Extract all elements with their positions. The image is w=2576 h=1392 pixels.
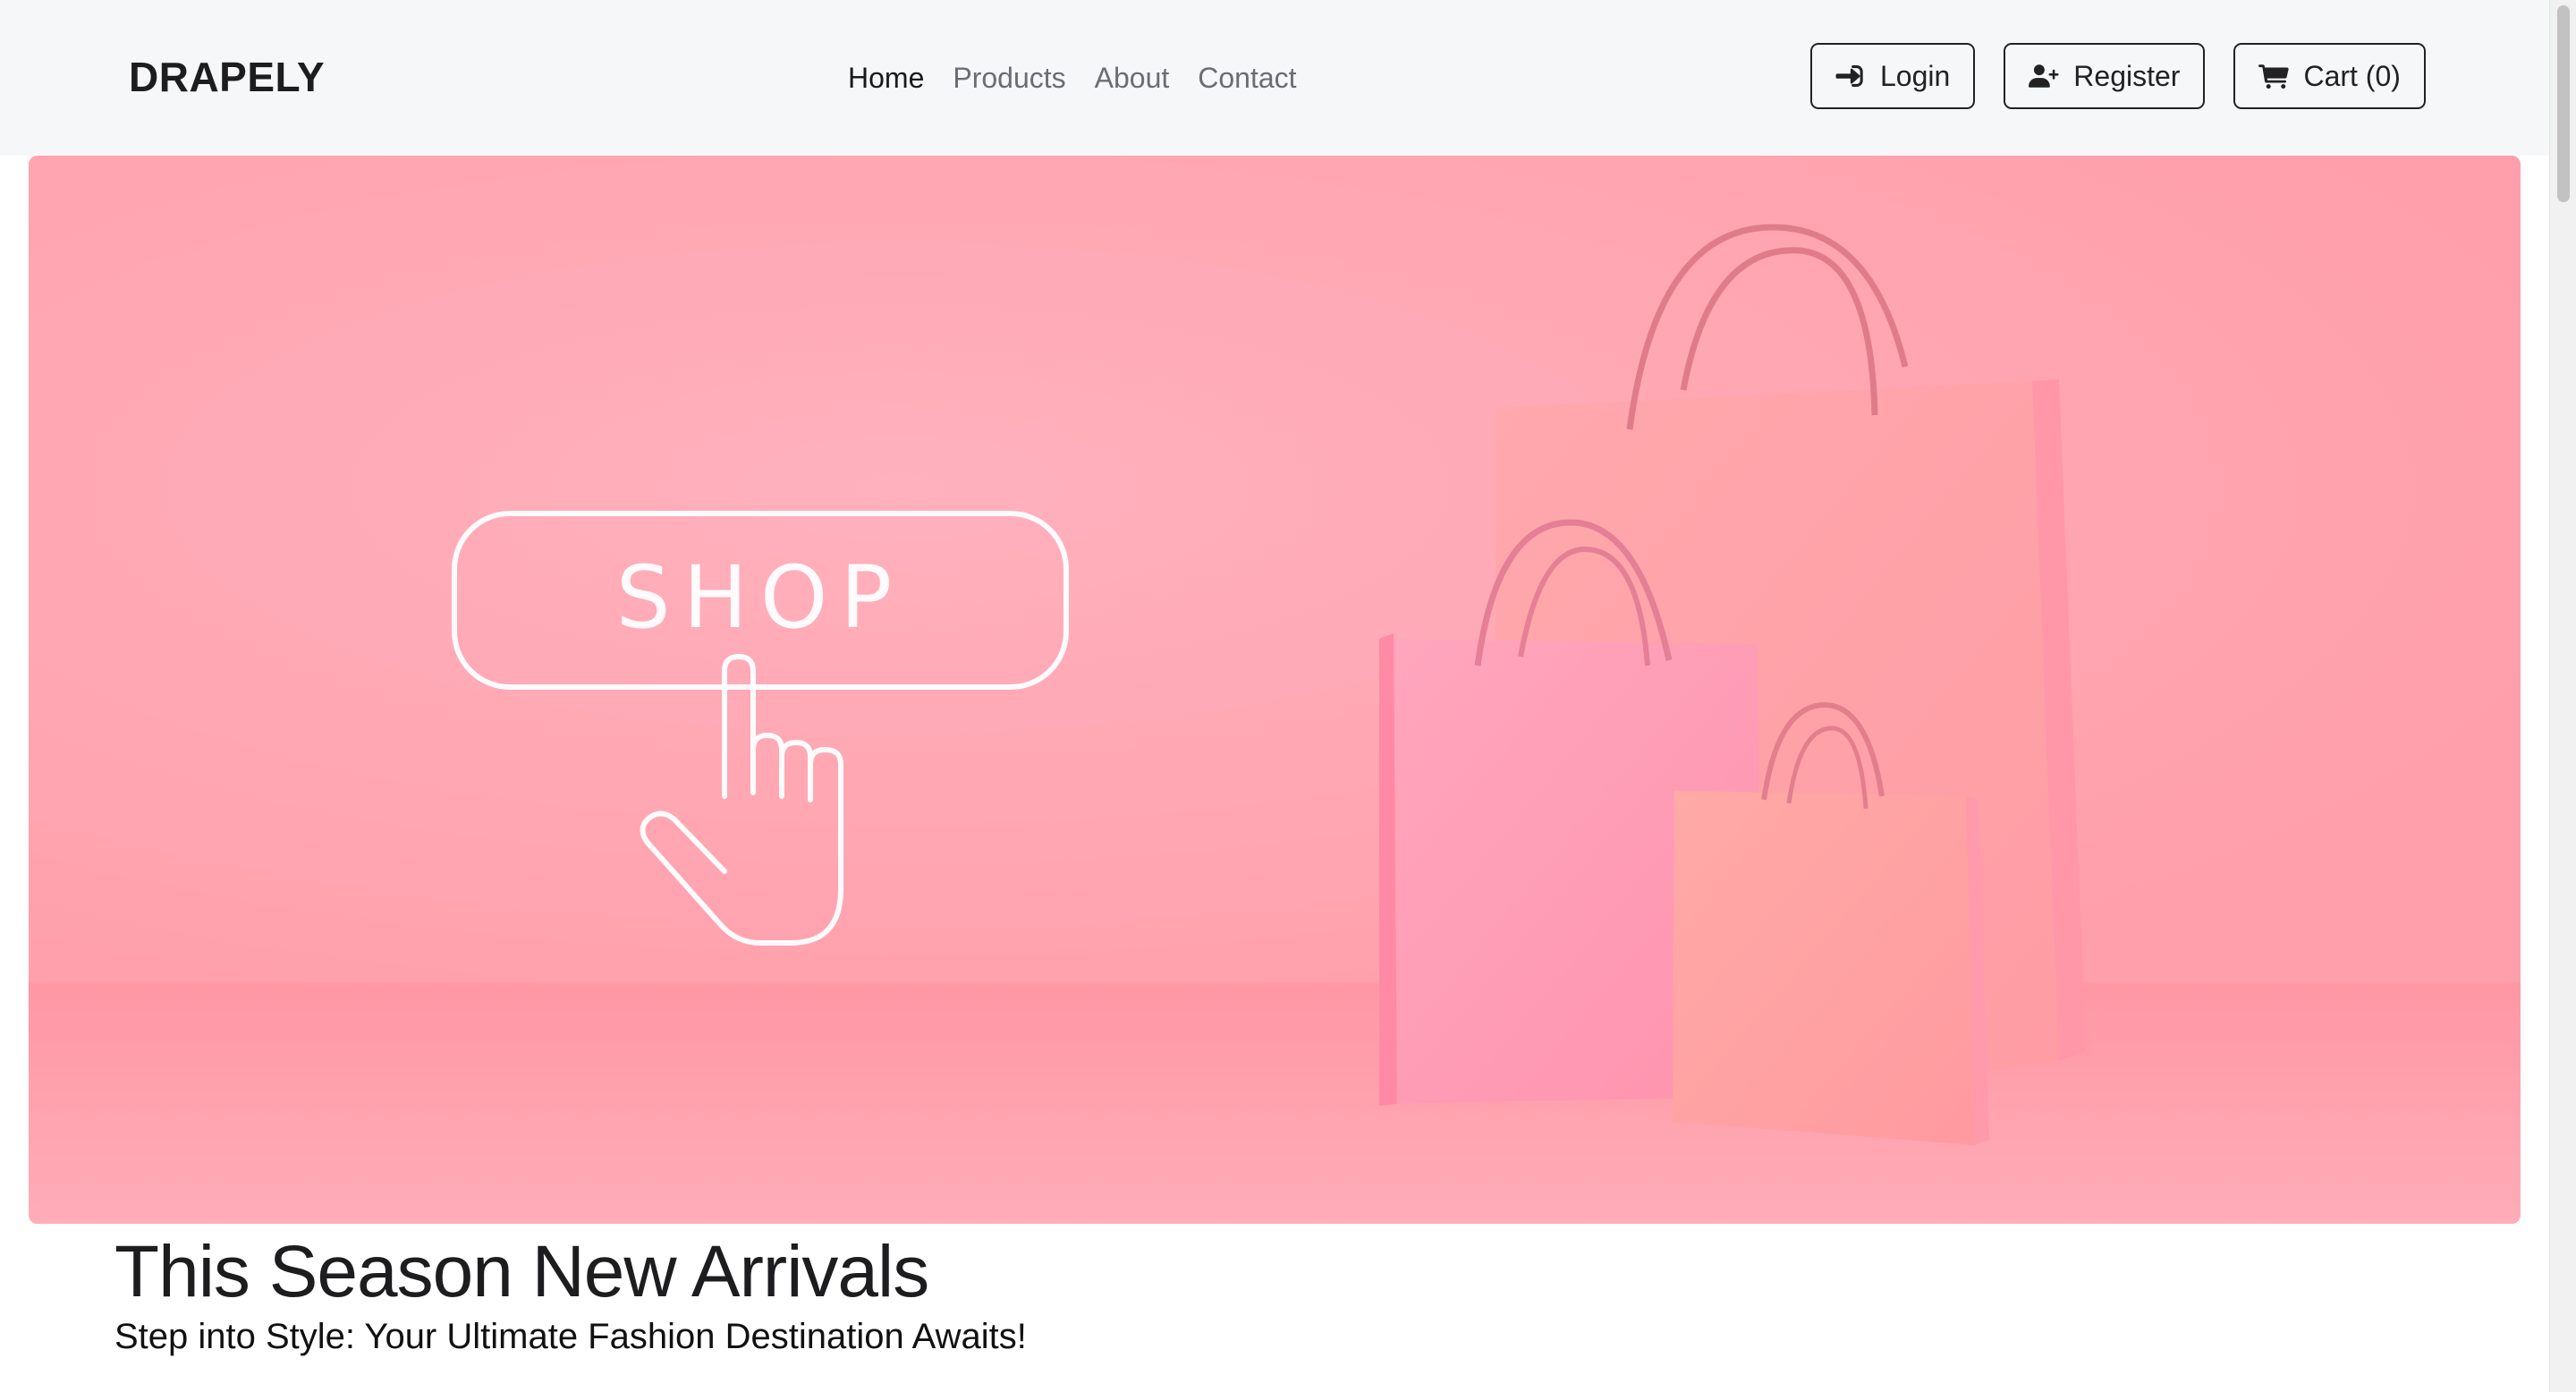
hero-banner: SHOP <box>29 156 2521 1224</box>
nav-link-products[interactable]: Products <box>953 55 1065 100</box>
hero-subtitle: Step into Style: Your Ultimate Fashion D… <box>114 1317 1027 1356</box>
cart-button[interactable]: Cart (0) <box>2233 43 2426 109</box>
login-button[interactable]: Login <box>1810 43 1976 109</box>
nav-actions: Login Register Cart (0) <box>1810 43 2426 109</box>
sign-in-icon <box>1835 65 1863 87</box>
hero-image: SHOP <box>29 156 2521 1224</box>
user-plus-icon <box>2029 64 2059 88</box>
register-button[interactable]: Register <box>2004 43 2206 109</box>
vertical-scrollbar[interactable] <box>2549 0 2576 1392</box>
nav-links: Home Products About Contact <box>848 55 1297 100</box>
nav-link-about[interactable]: About <box>1095 55 1170 100</box>
nav-link-contact[interactable]: Contact <box>1198 55 1296 100</box>
cart-label: Cart (0) <box>2303 59 2401 92</box>
page: DRAPELY Home Products About Contact Logi… <box>0 0 2576 1392</box>
hero-title: This Season New Arrivals <box>114 1231 929 1312</box>
scrollbar-thumb[interactable] <box>2557 5 2570 202</box>
shopping-cart-icon <box>2258 64 2290 89</box>
brand-logo[interactable]: DRAPELY <box>129 50 325 104</box>
nav-link-home[interactable]: Home <box>848 55 924 100</box>
shop-text: SHOP <box>616 547 905 648</box>
register-label: Register <box>2073 59 2181 92</box>
login-label: Login <box>1880 59 1951 92</box>
navbar: DRAPELY Home Products About Contact Logi… <box>0 0 2549 156</box>
